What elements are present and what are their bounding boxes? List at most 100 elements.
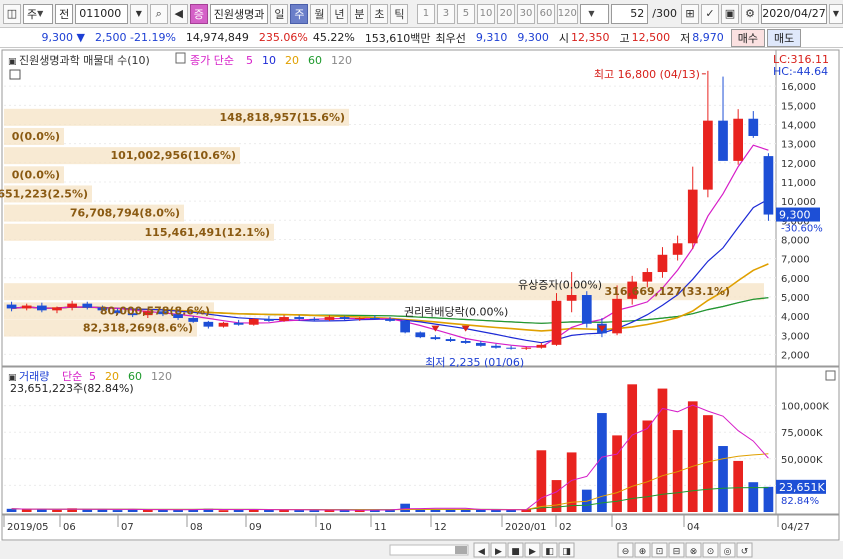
candle-body bbox=[21, 305, 32, 309]
candle-body bbox=[445, 339, 456, 342]
price-panel-title: 진원생명과학 매물대 수(10) bbox=[19, 54, 150, 67]
interval-3[interactable]: 3 bbox=[436, 3, 455, 24]
search-icon[interactable]: ⌕ bbox=[149, 3, 168, 24]
candle-body bbox=[6, 304, 17, 309]
candle-body bbox=[672, 243, 683, 255]
x-axis-label: 09 bbox=[249, 522, 262, 533]
volume-profile-label: 148,818,957(15.6%) bbox=[220, 111, 345, 124]
market-label: 주 bbox=[27, 7, 38, 21]
interval-120[interactable]: 120 bbox=[556, 3, 578, 24]
code-dropdown[interactable]: ▼ bbox=[129, 3, 148, 24]
price-tick-label: 16,000 bbox=[781, 82, 816, 93]
sell-button[interactable]: 매도 bbox=[767, 28, 802, 47]
tab-period-second[interactable]: 초 bbox=[370, 3, 389, 24]
tab-period-month[interactable]: 월 bbox=[310, 3, 329, 24]
zoom-out-icon: ⊖ bbox=[622, 547, 630, 557]
interval-10[interactable]: 10 bbox=[476, 3, 495, 24]
tab-period-day[interactable]: 일 bbox=[270, 3, 289, 24]
volume-profile-label: 316,669,127(33.1%) bbox=[605, 285, 730, 298]
open-value: 12,350 bbox=[571, 31, 610, 44]
x-axis-label: 03 bbox=[615, 522, 628, 533]
volume-profile-label: 0(0.0%) bbox=[12, 168, 60, 181]
volume-bar bbox=[672, 430, 683, 512]
hc-label: HC:-44.64 bbox=[773, 65, 828, 78]
high-value: 12,500 bbox=[631, 31, 671, 44]
tab-period-week[interactable]: 주 bbox=[290, 3, 309, 24]
change-amount: 2,500 bbox=[95, 31, 127, 44]
tab-period-tick[interactable]: 틱 bbox=[390, 3, 409, 24]
tab-period-minute[interactable]: 분 bbox=[350, 3, 369, 24]
candle-body bbox=[203, 321, 214, 327]
ma-period-label: 10 bbox=[262, 54, 276, 67]
candle-body bbox=[687, 189, 698, 244]
market-select-2[interactable]: 전 bbox=[55, 3, 74, 24]
price-tick-label: 5,000 bbox=[781, 293, 810, 304]
candle-body bbox=[703, 120, 713, 190]
code-input[interactable]: 011000 bbox=[75, 3, 128, 24]
close-icon: ⊗ bbox=[690, 547, 698, 557]
volume-summary: 23,651,223주(82.84%) bbox=[10, 382, 134, 395]
candle-body bbox=[36, 305, 47, 311]
crosshair-icon: ◎ bbox=[724, 547, 732, 557]
scroll-thumb[interactable] bbox=[455, 546, 467, 554]
volume-profile-label: 82,318,269(8.6%) bbox=[83, 322, 193, 335]
quote-bar: 9,300 ▼ 2,500 -21.19% 14,974,849 235.06%… bbox=[0, 28, 843, 48]
interval-5[interactable]: 5 bbox=[456, 3, 475, 24]
volume-bar bbox=[491, 509, 501, 512]
candle-body bbox=[248, 318, 259, 325]
chart-settings-icon[interactable]: ⊞ bbox=[681, 3, 699, 24]
stock-name: 진원생명과 bbox=[209, 3, 269, 24]
candle-body bbox=[264, 318, 274, 321]
price-tick-label: 11,000 bbox=[781, 178, 816, 189]
interval-custom[interactable]: ▼ bbox=[579, 3, 610, 24]
open-label: 시 bbox=[558, 31, 570, 45]
interval-20[interactable]: 20 bbox=[496, 3, 515, 24]
price-tick-label: 13,000 bbox=[781, 140, 816, 151]
calendar-dropdown[interactable]: ▼ bbox=[829, 3, 843, 24]
chevron-down-icon: ▼ bbox=[135, 9, 142, 18]
interval-1[interactable]: 1 bbox=[416, 3, 435, 24]
window-icon[interactable]: ◫ bbox=[3, 3, 21, 24]
volume-bar bbox=[264, 509, 274, 512]
turnover: 45.22% bbox=[312, 31, 355, 44]
gear-icon[interactable]: ⚙ bbox=[741, 3, 759, 24]
zoom-left-icon: ◧ bbox=[545, 547, 554, 557]
price-tick-label: 12,000 bbox=[781, 159, 816, 170]
price-tick-label: 14,000 bbox=[781, 120, 816, 131]
interval-30[interactable]: 30 bbox=[516, 3, 535, 24]
market2-label: 전 bbox=[59, 7, 70, 21]
volume-bar bbox=[475, 509, 486, 512]
x-axis-label: 08 bbox=[190, 522, 203, 533]
rights-issue-annotation: 유상증자(0.00%) bbox=[518, 278, 602, 291]
candle-body bbox=[385, 318, 395, 321]
candle-body bbox=[279, 317, 289, 321]
x-axis-label: 07 bbox=[121, 522, 134, 533]
date-input[interactable]: 2020/04/27 bbox=[761, 3, 827, 24]
buy-button[interactable]: 매수 bbox=[730, 28, 766, 47]
stop-icon: ■ bbox=[511, 547, 520, 557]
candle-body bbox=[718, 120, 728, 161]
speaker-icon[interactable]: ◀ bbox=[169, 3, 188, 24]
price-tick-label: 10,000 bbox=[781, 197, 816, 208]
candle-body bbox=[475, 342, 486, 346]
x-axis-label: 04 bbox=[687, 522, 700, 533]
chevron-down-icon: ▼ bbox=[588, 9, 595, 18]
volume-bar bbox=[703, 415, 713, 512]
current-price: 9,300 ▼ bbox=[0, 31, 90, 44]
x-axis-label: 10 bbox=[319, 522, 332, 533]
price-tick-label: 15,000 bbox=[781, 101, 816, 112]
volume-tick-label: 50,000K bbox=[781, 455, 823, 466]
interval-60[interactable]: 60 bbox=[536, 3, 555, 24]
candle-body bbox=[415, 332, 426, 338]
price-tick-label: 2,000 bbox=[781, 350, 810, 361]
market-select[interactable]: 주 ▼ bbox=[23, 3, 54, 24]
stock-chart[interactable]: 16,000 15,000 14,000 13,000 12,000 11,000 10,0… bbox=[0, 49, 843, 559]
tab-period-year[interactable]: 년 bbox=[330, 3, 349, 24]
count-input[interactable]: 52 bbox=[611, 3, 649, 24]
save-icon[interactable]: ▣ bbox=[721, 3, 739, 24]
price-tick-label: 8,000 bbox=[781, 235, 810, 246]
chart-draw-icon[interactable]: ✓ bbox=[701, 3, 719, 24]
fit-icon: ⊡ bbox=[656, 547, 664, 557]
candle-body bbox=[82, 303, 93, 308]
candle-body bbox=[566, 295, 577, 301]
